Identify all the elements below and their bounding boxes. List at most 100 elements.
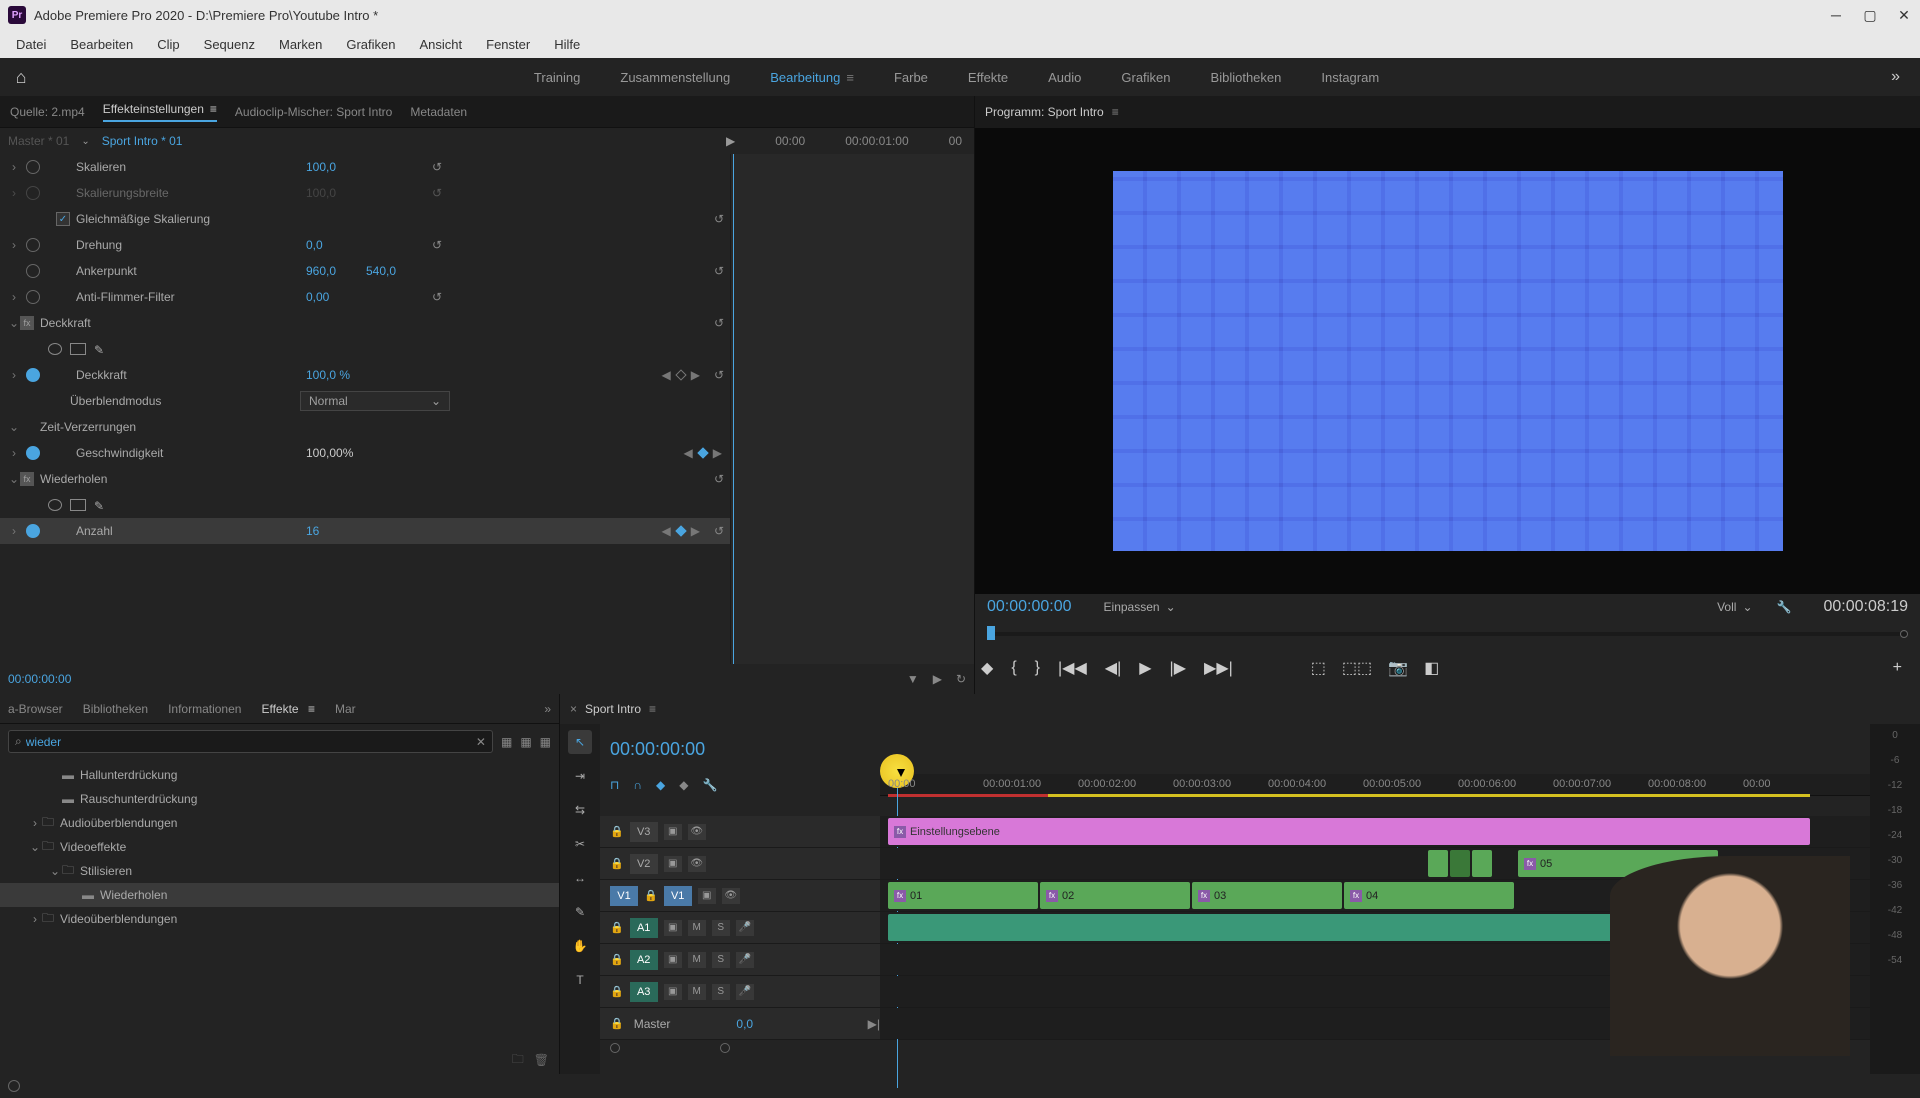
- timeline-ruler[interactable]: 00:0000:00:01:0000:00:02:0000:00:03:0000…: [880, 774, 1870, 796]
- menu-grafiken[interactable]: Grafiken: [336, 33, 405, 56]
- prop-gleichmassige-skalierung[interactable]: ✓ Gleichmäßige Skalierung ↺: [0, 206, 730, 232]
- timeline-timecode[interactable]: 00:00:00:00: [600, 739, 860, 760]
- prop-geschwindigkeit[interactable]: › Geschwindigkeit 100,00% ◀▶: [0, 440, 730, 466]
- zoom-fit-dropdown[interactable]: Einpassen⌄: [1104, 600, 1176, 614]
- track-label-v1[interactable]: V1: [664, 886, 692, 906]
- play-icon[interactable]: ▶: [1139, 658, 1151, 678]
- mark-in-icon[interactable]: {: [1011, 659, 1016, 677]
- rect-mask-icon[interactable]: [70, 499, 86, 511]
- tree-item-wiederholen[interactable]: ▬Wiederholen: [0, 883, 559, 907]
- quality-dropdown[interactable]: Voll⌄: [1717, 600, 1752, 614]
- prop-deckkraft[interactable]: › Deckkraft 100,0 % ◀▶ ↺: [0, 362, 730, 388]
- mute-icon[interactable]: M: [688, 952, 706, 968]
- tabs-overflow-icon[interactable]: »: [544, 702, 551, 716]
- toggle-visibility-icon[interactable]: 👁: [722, 888, 740, 904]
- reset-icon[interactable]: ↺: [708, 524, 730, 538]
- lift-icon[interactable]: ⬚: [1311, 658, 1326, 678]
- prev-keyframe-icon[interactable]: ◀: [662, 524, 671, 538]
- linked-selection-icon[interactable]: ∩: [633, 778, 642, 792]
- effect-timecode[interactable]: 00:00:00:00: [8, 672, 71, 686]
- menu-ansicht[interactable]: Ansicht: [409, 33, 472, 56]
- toggle-output-icon[interactable]: ▣: [664, 952, 682, 968]
- audio-clip[interactable]: [888, 914, 1628, 941]
- lock-icon[interactable]: 🔒: [644, 889, 658, 902]
- play-only-icon[interactable]: ▶: [726, 134, 735, 148]
- type-tool-icon[interactable]: T: [568, 968, 592, 992]
- reset-icon[interactable]: ↺: [708, 472, 730, 486]
- value-deckkraft[interactable]: 100,0 %: [306, 368, 426, 382]
- master-clip-label[interactable]: Master * 01: [8, 134, 69, 148]
- extract-icon[interactable]: ⬚⬚: [1342, 658, 1372, 678]
- step-forward-icon[interactable]: |▶: [1170, 658, 1186, 678]
- stopwatch-icon[interactable]: [26, 238, 40, 252]
- tab-quelle[interactable]: Quelle: 2.mp4: [10, 105, 85, 119]
- minimize-button[interactable]: ─: [1828, 7, 1844, 23]
- panel-menu-icon[interactable]: ≡: [649, 702, 656, 716]
- track-label-master[interactable]: Master: [630, 1017, 671, 1031]
- fx-badge-icon[interactable]: fx: [20, 316, 34, 330]
- next-keyframe-icon[interactable]: ▶: [691, 368, 700, 382]
- prop-drehung[interactable]: › Drehung 0,0 ↺: [0, 232, 730, 258]
- lock-icon[interactable]: 🔒: [610, 857, 624, 870]
- playhead-marker[interactable]: [987, 626, 995, 640]
- reset-icon[interactable]: ↺: [708, 316, 730, 330]
- lock-icon[interactable]: 🔒: [610, 985, 624, 998]
- workspace-overflow-icon[interactable]: »: [1879, 68, 1912, 86]
- menu-datei[interactable]: Datei: [6, 33, 56, 56]
- settings-icon[interactable]: 🔧: [702, 778, 717, 792]
- workspace-bearbeitung[interactable]: Bearbeitung≡: [766, 66, 858, 89]
- go-to-out-icon[interactable]: ▶▶|: [1204, 658, 1233, 678]
- maximize-button[interactable]: ▢: [1862, 7, 1878, 23]
- workspace-effekte[interactable]: Effekte: [964, 66, 1012, 89]
- delete-icon[interactable]: 🗑: [534, 1053, 549, 1067]
- filter-icon[interactable]: ▼: [907, 672, 919, 686]
- menu-sequenz[interactable]: Sequenz: [194, 33, 265, 56]
- tab-metadaten[interactable]: Metadaten: [410, 105, 467, 119]
- loop-icon[interactable]: ↻: [956, 672, 966, 686]
- stopwatch-icon[interactable]: [26, 368, 40, 382]
- ellipse-mask-icon[interactable]: [48, 499, 62, 511]
- active-clip-label[interactable]: Sport Intro * 01: [102, 134, 183, 148]
- video-clip[interactable]: fx03: [1192, 882, 1342, 909]
- marker-icon[interactable]: ◆: [656, 778, 665, 792]
- compare-view-icon[interactable]: ◧: [1424, 658, 1439, 678]
- next-keyframe-icon[interactable]: ▶: [713, 446, 722, 460]
- reset-icon[interactable]: ↺: [426, 160, 448, 174]
- reset-icon[interactable]: ↺: [708, 264, 730, 278]
- preset-bin-icon[interactable]: ▦: [520, 735, 531, 749]
- workspace-training[interactable]: Training: [530, 66, 584, 89]
- track-label-a2[interactable]: A2: [630, 950, 658, 970]
- add-keyframe-icon[interactable]: [675, 369, 686, 380]
- reset-icon[interactable]: ↺: [426, 290, 448, 304]
- mute-icon[interactable]: M: [688, 920, 706, 936]
- toggle-output-icon[interactable]: ▣: [664, 824, 682, 840]
- close-panel-icon[interactable]: ×: [570, 702, 577, 716]
- stopwatch-icon[interactable]: [26, 290, 40, 304]
- effect-wiederholen-header[interactable]: ⌄fx Wiederholen ↺: [0, 466, 730, 492]
- stopwatch-icon[interactable]: [26, 524, 40, 538]
- menu-marken[interactable]: Marken: [269, 33, 332, 56]
- track-select-tool-icon[interactable]: ⇥: [568, 764, 592, 788]
- clear-search-icon[interactable]: ✕: [476, 735, 486, 749]
- pen-mask-icon[interactable]: ✎: [94, 499, 110, 511]
- prop-ankerpunkt[interactable]: Ankerpunkt 960,0 540,0 ↺: [0, 258, 730, 284]
- effect-deckkraft-header[interactable]: ⌄fx Deckkraft ↺: [0, 310, 730, 336]
- menu-bearbeiten[interactable]: Bearbeiten: [60, 33, 143, 56]
- add-keyframe-icon[interactable]: [675, 525, 686, 536]
- zoom-handle-left[interactable]: [610, 1043, 620, 1053]
- keyframe-timeline-area[interactable]: [730, 154, 974, 664]
- program-timecode-current[interactable]: 00:00:00:00: [987, 598, 1072, 616]
- mute-icon[interactable]: M: [688, 984, 706, 1000]
- blendmode-dropdown[interactable]: Normal⌄: [300, 391, 450, 411]
- tree-item-stilisieren[interactable]: ⌄🗀Stilisieren: [0, 859, 559, 883]
- menu-fenster[interactable]: Fenster: [476, 33, 540, 56]
- track-label-v2[interactable]: V2: [630, 854, 658, 874]
- tab-media-browser[interactable]: a-Browser: [8, 702, 63, 716]
- toggle-output-icon[interactable]: ▣: [664, 920, 682, 936]
- toggle-visibility-icon[interactable]: 👁: [688, 856, 706, 872]
- stopwatch-icon[interactable]: [26, 160, 40, 174]
- tab-effekteinstellungen[interactable]: Effekteinstellungen≡: [103, 102, 217, 122]
- workspace-audio[interactable]: Audio: [1044, 66, 1085, 89]
- checkbox-icon[interactable]: ✓: [56, 212, 70, 226]
- prev-keyframe-icon[interactable]: ◀: [662, 368, 671, 382]
